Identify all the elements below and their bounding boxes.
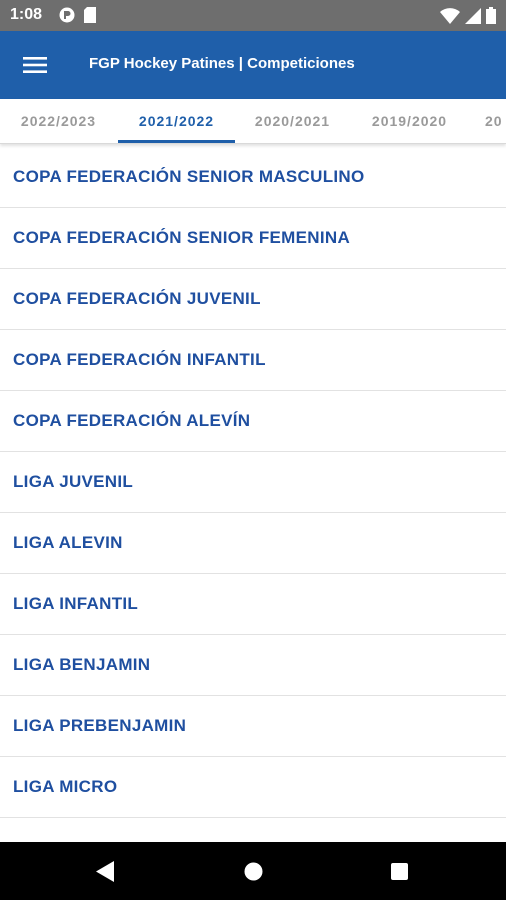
battery-icon [486,7,496,24]
list-item-label: LIGA ALEVIN [13,533,123,552]
list-item-label: LIGA PREBENJAMIN [13,716,187,735]
list-item[interactable]: COPA FEDERACIÓN SENIOR MASCULINO [0,147,506,208]
season-tabs: 2022/2023 2021/2022 2020/2021 2019/2020 … [0,99,506,144]
list-item[interactable]: LIGA PREBENJAMIN [0,696,506,757]
data-saver-icon [59,7,75,23]
tab-2019-2020[interactable]: 2019/2020 [351,99,468,143]
tab-2021-2022[interactable]: 2021/2022 [118,99,235,143]
list-item[interactable]: LIGA JUVENIL [0,452,506,513]
signal-icon [465,8,481,24]
list-item[interactable]: LIGA INFANTIL [0,574,506,635]
status-left-icons [58,6,97,24]
status-right-icons [440,7,496,24]
list-item[interactable]: COPA FEDERACIÓN SENIOR FEMENINA [0,208,506,269]
list-item[interactable]: LIGA ALEVIN [0,513,506,574]
sd-card-icon [84,7,96,23]
status-bar: 1:08 [0,0,506,31]
list-item[interactable]: LIGA BENJAMIN [0,635,506,696]
list-item-label: COPA FEDERACIÓN SENIOR MASCULINO [13,167,365,186]
competition-list: COPA FEDERACIÓN SENIOR MASCULINO COPA FE… [0,147,506,818]
home-icon[interactable] [244,862,263,881]
tab-2020-2021[interactable]: 2020/2021 [234,99,351,143]
menu-button[interactable] [14,45,56,85]
list-item[interactable]: COPA FEDERACIÓN ALEVÍN [0,391,506,452]
status-time: 1:08 [10,6,43,23]
list-item-label: LIGA MICRO [13,777,118,796]
wifi-icon [440,8,460,24]
back-icon[interactable] [96,861,116,882]
app-bar: FGP Hockey Patines | Competiciones [0,31,506,99]
list-item[interactable]: LIGA MICRO [0,757,506,818]
list-item-label: COPA FEDERACIÓN SENIOR FEMENINA [13,228,351,247]
active-tab-indicator [118,140,235,143]
list-item-label: COPA FEDERACIÓN JUVENIL [13,289,261,308]
list-item-label: LIGA BENJAMIN [13,655,151,674]
tab-2022-2023[interactable]: 2022/2023 [0,99,117,143]
page-title: FGP Hockey Patines | Competiciones [89,55,355,72]
list-item-label: COPA FEDERACIÓN INFANTIL [13,350,266,369]
navigation-bar [0,842,506,900]
list-item[interactable]: COPA FEDERACIÓN INFANTIL [0,330,506,391]
hamburger-menu-icon [23,57,47,73]
list-item-label: LIGA INFANTIL [13,594,139,613]
list-item-label: LIGA JUVENIL [13,472,134,491]
recents-icon[interactable] [391,863,408,880]
list-item-label: COPA FEDERACIÓN ALEVÍN [13,411,251,430]
tab-partial[interactable]: 20 [468,99,506,143]
list-item[interactable]: COPA FEDERACIÓN JUVENIL [0,269,506,330]
